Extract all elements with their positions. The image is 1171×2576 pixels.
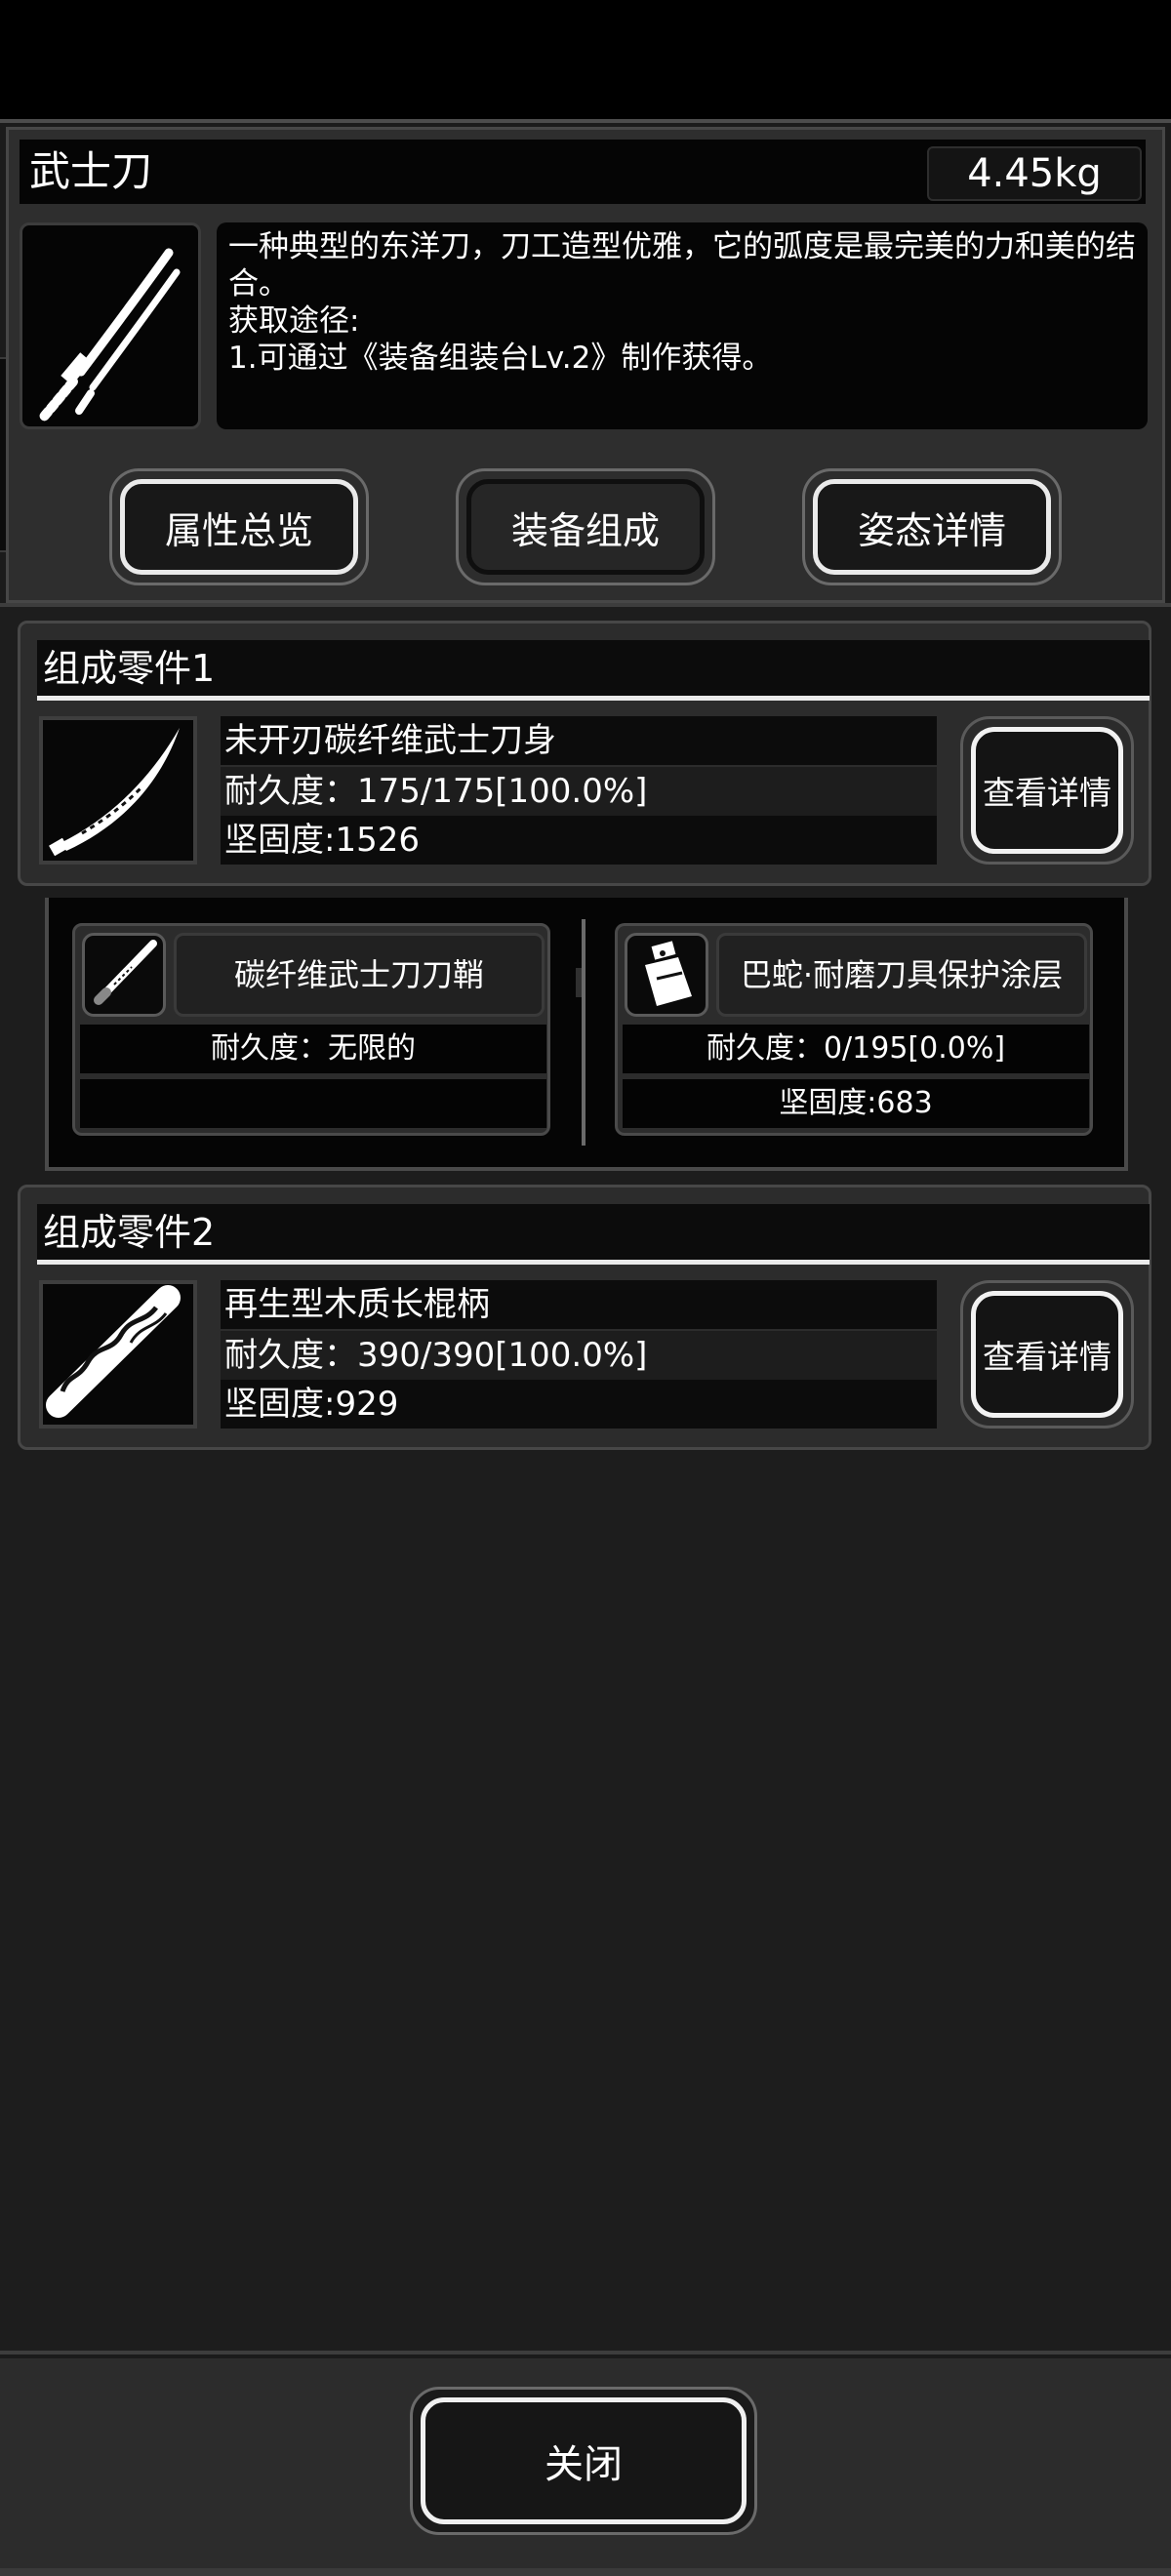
subpart-hardness [80,1079,546,1128]
part-header: 组成零件1 [37,640,1150,701]
subparts-divider [582,919,586,1146]
subpart-hardness: 坚固度:683 [623,1079,1089,1128]
part-hardness: 坚固度:1526 [221,816,937,865]
part-name: 再生型木质长棍柄 [221,1280,937,1329]
close-label: 关闭 [545,2442,623,2487]
katana-icon [39,248,181,422]
part-name: 未开刃碳纤维武士刀身 [221,716,937,765]
bottom-edge [0,2568,1171,2576]
tab-equipment-composition[interactable]: 装备组成 [456,468,715,585]
button-label: 查看详情 [983,1338,1111,1376]
subpart-name: 碳纤维武士刀刀鞘 [174,933,545,1017]
divider-notch [576,968,582,997]
tab-stance-details[interactable]: 姿态详情 [802,468,1062,585]
button-label: 查看详情 [983,774,1111,812]
part-header: 组成零件2 [37,1204,1150,1265]
item-name: 武士刀 [29,147,153,195]
part-durability: 耐久度：390/390[100.0%] [221,1331,937,1380]
view-details-button[interactable]: 查看详情 [960,716,1134,865]
item-weight: 4.45kg [927,146,1142,201]
close-button[interactable]: 关闭 [410,2387,757,2535]
subpart-durability: 耐久度：0/195[0.0%] [623,1025,1089,1073]
subpart-name: 巴蛇·耐磨刀具保护涂层 [716,933,1087,1017]
item-description-box: 一种典型的东洋刀，刀工造型优雅，它的弧度是最完美的力和美的结合。 获取途径: 1… [217,222,1148,429]
view-details-button[interactable]: 查看详情 [960,1280,1134,1429]
coating-bottle-icon [625,933,708,1017]
wooden-handle-icon [39,1280,197,1429]
tab-attributes-overview[interactable]: 属性总览 [109,468,369,585]
tab-label: 姿态详情 [857,508,1006,552]
subpart-durability: 耐久度：无限的 [80,1025,546,1073]
part-durability: 耐久度：175/175[100.0%] [221,767,937,816]
tab-label: 装备组成 [510,508,660,552]
item-description: 一种典型的东洋刀，刀工造型优雅，它的弧度是最完美的力和美的结合。 [228,229,1136,302]
part-hardness: 坚固度:929 [221,1380,937,1429]
source-text: 1.可通过《装备组装台Lv.2》制作获得。 [228,341,773,376]
blade-icon [39,716,197,865]
item-icon-frame [20,222,201,429]
scabbard-icon [82,933,166,1017]
tab-label: 属性总览 [164,508,313,552]
source-label: 获取途径: [228,303,360,339]
